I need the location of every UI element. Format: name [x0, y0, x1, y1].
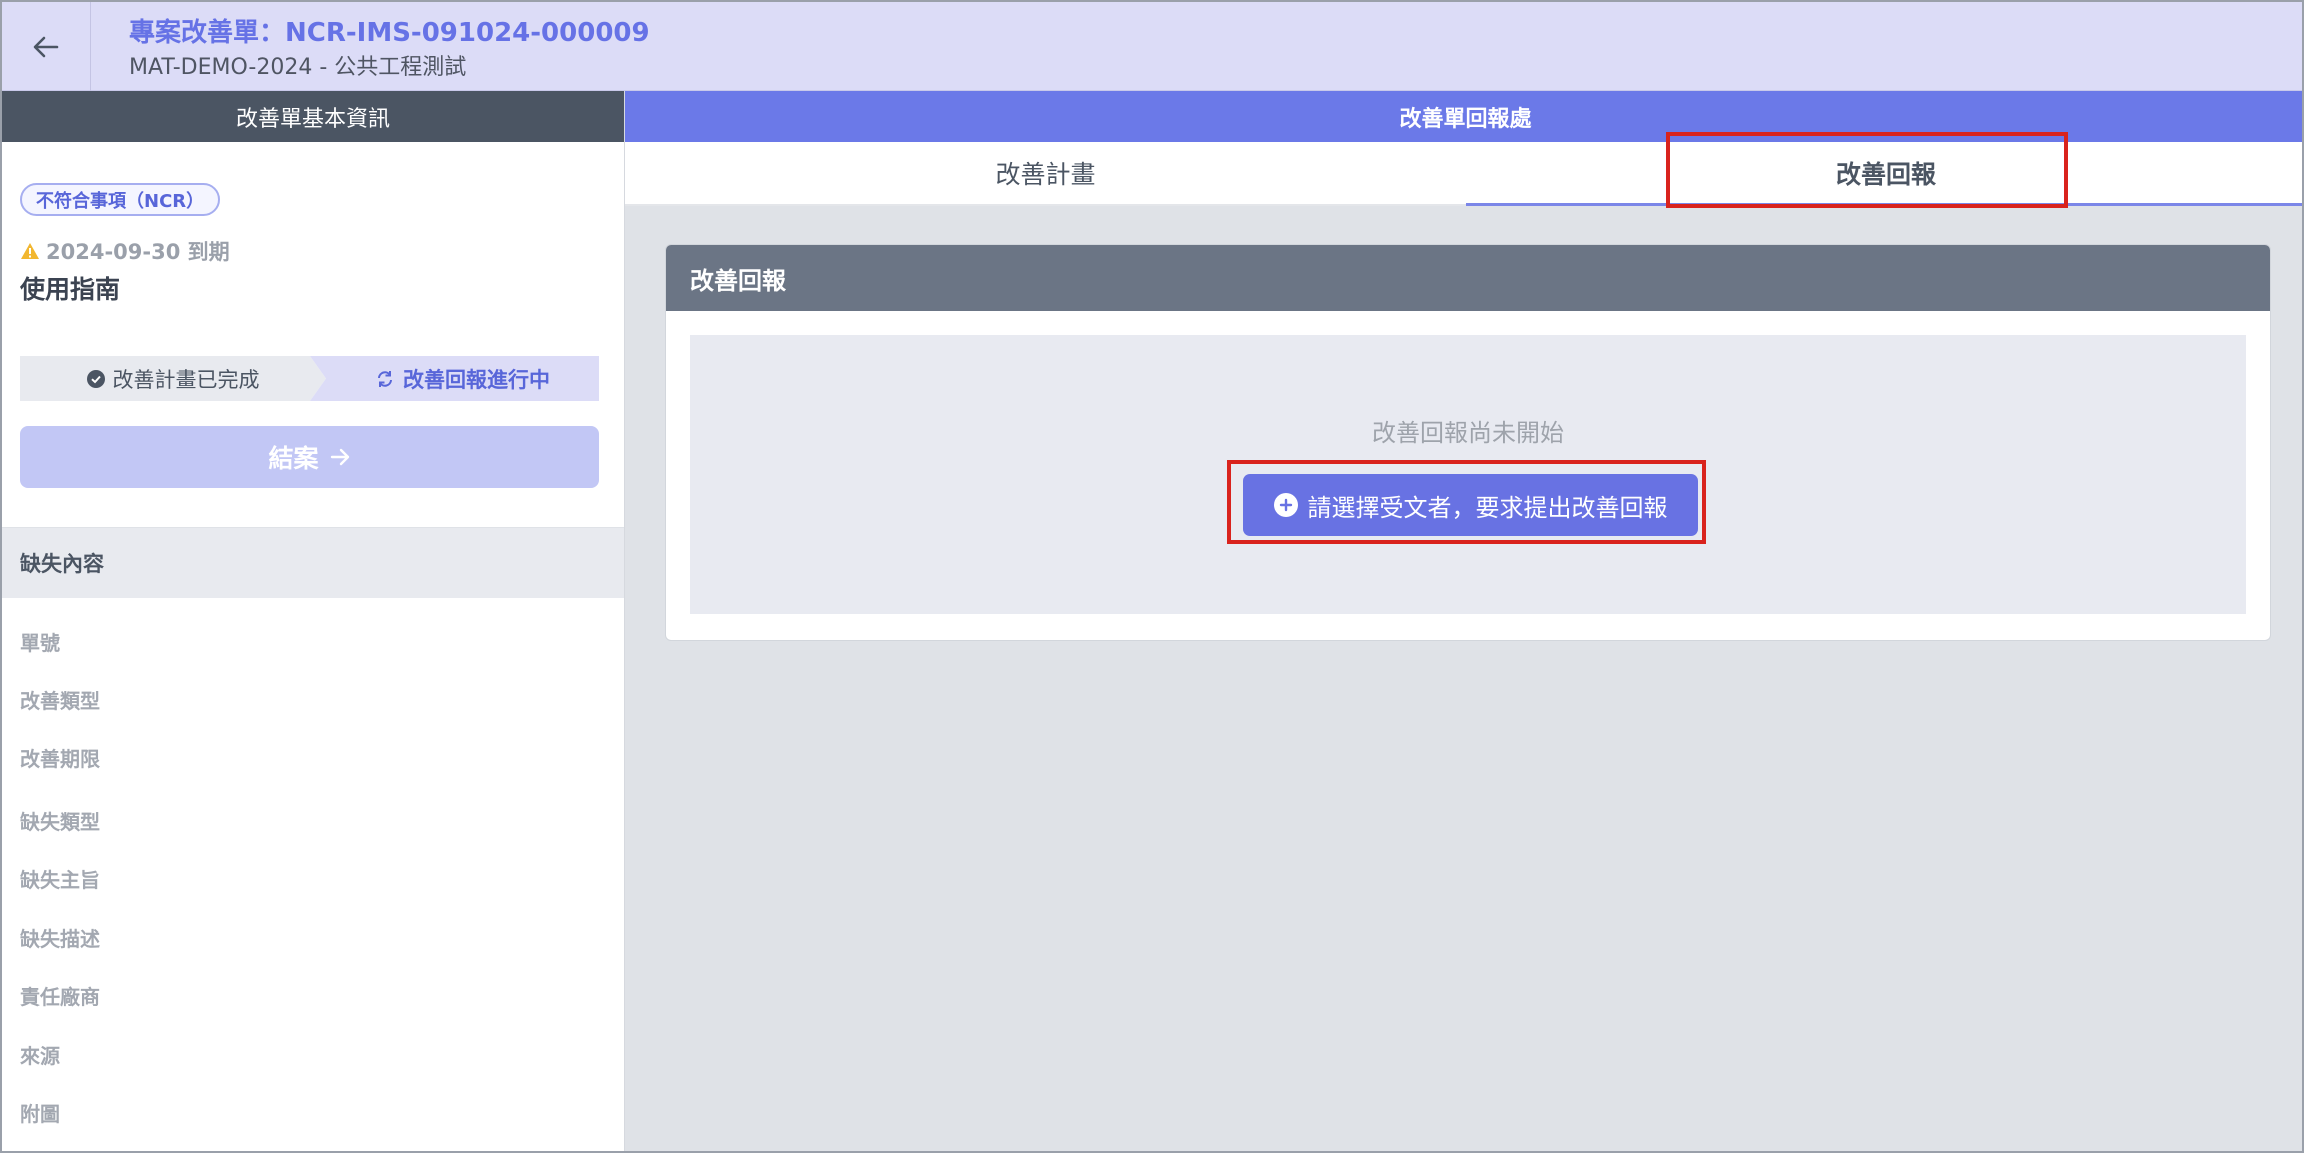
field-label-number: 單號 — [20, 631, 60, 655]
report-panel-heading: 改善單回報處 — [625, 91, 2302, 142]
check-circle-icon — [86, 369, 105, 388]
project-subtitle: MAT-DEMO-2024 - 公共工程測試 — [129, 55, 467, 80]
report-tabs: 改善計畫 改善回報 — [625, 142, 2302, 206]
app-window: 專案改善單：NCR-IMS-091024-000009 MAT-DEMO-202… — [0, 0, 2304, 1153]
field-label-defect-subject: 缺失主旨 — [20, 868, 100, 892]
field-label-improvement-type: 改善類型 — [20, 689, 100, 713]
field-label-attachments: 附圖 — [20, 1102, 60, 1126]
field-label-responsible-vendor: 責任廠商 — [20, 985, 100, 1009]
field-label-deadline: 改善期限 — [20, 747, 100, 771]
card-title: 改善回報 — [666, 245, 2270, 311]
arrow-right-icon — [330, 448, 349, 466]
field-label-source: 來源 — [20, 1044, 60, 1068]
back-button[interactable] — [2, 2, 91, 91]
request-report-label: 請選擇受文者，要求提出改善回報 — [1307, 493, 1668, 522]
basic-info-panel: 改善單基本資訊 不符合事項（NCR） 2024-09-30 到期 使用指南 改善… — [2, 91, 625, 1151]
progress-steps: 改善計畫已完成 改善回報進行中 — [20, 356, 599, 401]
close-case-label: 結案 — [268, 444, 319, 473]
due-date-text: 2024-09-30 到期 — [46, 240, 230, 264]
basic-info-heading: 改善單基本資訊 — [2, 91, 624, 142]
due-date: 2024-09-30 到期 — [20, 236, 230, 266]
empty-state-text: 改善回報尚未開始 — [1372, 419, 1564, 447]
warning-icon — [21, 243, 39, 259]
defect-section-heading: 缺失內容 — [2, 528, 624, 598]
step-label: 改善計畫已完成 — [112, 367, 260, 392]
step-label: 改善回報進行中 — [403, 367, 550, 392]
close-case-button[interactable]: 結案 — [20, 426, 599, 488]
field-label-defect-type: 缺失類型 — [20, 810, 100, 834]
page-title: 專案改善單：NCR-IMS-091024-000009 — [129, 18, 650, 48]
plus-circle-icon — [1273, 493, 1298, 517]
improvement-report-card: 改善回報 改善回報尚未開始 請選擇受文者，要求提出改善回報 — [665, 244, 2271, 641]
page-header: 專案改善單：NCR-IMS-091024-000009 MAT-DEMO-202… — [2, 2, 2302, 91]
field-label-defect-description: 缺失描述 — [20, 927, 100, 951]
tab-improvement-report[interactable]: 改善回報 — [1466, 142, 2302, 206]
empty-state: 改善回報尚未開始 請選擇受文者，要求提出改善回報 — [690, 335, 2246, 614]
tab-improvement-plan[interactable]: 改善計畫 — [625, 142, 1466, 206]
request-report-button[interactable]: 請選擇受文者，要求提出改善回報 — [1243, 474, 1698, 536]
guide-title: 使用指南 — [20, 275, 121, 304]
report-panel: 改善單回報處 改善計畫 改善回報 改善回報 改善回報尚未開始 請選擇受文者，要求… — [625, 91, 2302, 1151]
refresh-icon — [378, 370, 392, 387]
ncr-type-badge: 不符合事項（NCR） — [20, 183, 221, 216]
step-report-in-progress: 改善回報進行中 — [310, 356, 599, 401]
step-plan-complete: 改善計畫已完成 — [20, 356, 326, 401]
arrow-left-icon — [33, 36, 59, 57]
